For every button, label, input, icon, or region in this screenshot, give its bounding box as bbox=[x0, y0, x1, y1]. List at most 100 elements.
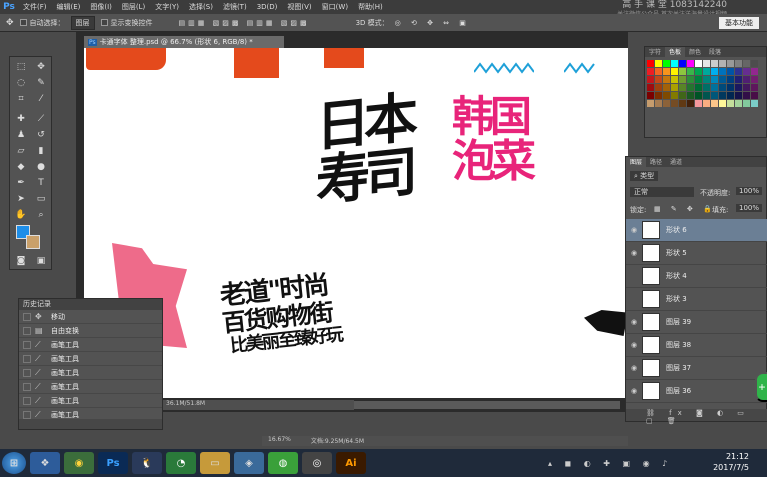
menu-window[interactable]: 窗口(W) bbox=[317, 2, 353, 12]
swatch-cell[interactable] bbox=[663, 68, 670, 75]
layer-row[interactable]: ◉ 图层 38 bbox=[626, 334, 767, 357]
layer-row[interactable]: ◉ 形状 5 bbox=[626, 242, 767, 265]
swatch-cell[interactable] bbox=[703, 92, 710, 99]
folder-icon[interactable]: ▭ bbox=[200, 452, 230, 474]
fill-field[interactable]: 100% bbox=[736, 204, 763, 212]
swatch-cell[interactable] bbox=[695, 100, 702, 107]
tab-paragraph[interactable]: 段落 bbox=[705, 47, 725, 57]
layer-row[interactable]: 形状 4 bbox=[626, 265, 767, 288]
swatch-cell[interactable] bbox=[687, 100, 694, 107]
swatch-cell[interactable] bbox=[727, 100, 734, 107]
menu-filter[interactable]: 滤镜(T) bbox=[218, 2, 252, 12]
history-snapshot-checkbox[interactable] bbox=[23, 382, 31, 391]
history-row[interactable]: ⟋ 画笔工具 bbox=[19, 338, 162, 352]
floating-add-button[interactable]: + bbox=[755, 372, 767, 402]
history-snapshot-checkbox[interactable] bbox=[23, 368, 31, 377]
shape-tool-icon[interactable]: ▭ bbox=[34, 193, 48, 205]
gradient-tool-icon[interactable]: ▮ bbox=[34, 145, 48, 157]
move-tool-icon[interactable]: ✥ bbox=[34, 61, 48, 73]
swatch-cell[interactable] bbox=[679, 92, 686, 99]
swatch-cell[interactable] bbox=[727, 68, 734, 75]
menu-help[interactable]: 帮助(H) bbox=[353, 2, 388, 12]
swatch-cell[interactable] bbox=[679, 60, 686, 67]
swatch-cell[interactable] bbox=[711, 100, 718, 107]
status-zoom[interactable]: 16.67% bbox=[268, 436, 291, 446]
visibility-eye-icon[interactable]: ◉ bbox=[626, 249, 642, 257]
swatch-cell[interactable] bbox=[695, 60, 702, 67]
swatch-cell[interactable] bbox=[663, 100, 670, 107]
lock-icons[interactable]: ▦ ✎ ✥ 🔒 bbox=[654, 205, 716, 213]
swatch-cell[interactable] bbox=[647, 68, 654, 75]
swatch-cell[interactable] bbox=[735, 92, 742, 99]
wechat-icon[interactable]: ◍ bbox=[268, 452, 298, 474]
swatch-cell[interactable] bbox=[743, 76, 750, 83]
swatch-cell[interactable] bbox=[695, 92, 702, 99]
swatch-cell[interactable] bbox=[727, 76, 734, 83]
swatch-cell[interactable] bbox=[647, 76, 654, 83]
history-row[interactable]: ⟋ 画笔工具 bbox=[19, 394, 162, 408]
menu-3d[interactable]: 3D(D) bbox=[252, 3, 283, 11]
system-tray-icons[interactable]: ▴ ◼ ◐ ✚ ▣ ◉ ♪ bbox=[548, 459, 672, 468]
layers-footer-buttons[interactable]: ⛓ fx ◙ ◐ ▭ ▢ 🗑 bbox=[626, 409, 767, 425]
browser-icon[interactable]: ◔ bbox=[166, 452, 196, 474]
swatch-cell[interactable] bbox=[679, 68, 686, 75]
swatch-cell[interactable] bbox=[703, 60, 710, 67]
tab-paths[interactable]: 路径 bbox=[646, 157, 666, 167]
tab-swatches[interactable]: 色板 bbox=[665, 47, 686, 57]
history-row[interactable]: ⟋ 画笔工具 bbox=[19, 380, 162, 394]
visibility-eye-icon[interactable]: ◉ bbox=[626, 318, 642, 326]
history-snapshot-checkbox[interactable] bbox=[23, 354, 31, 363]
menu-edit[interactable]: 编辑(E) bbox=[52, 2, 86, 12]
show-transform-checkbox[interactable]: 显示变换控件 bbox=[100, 18, 153, 28]
swatch-cell[interactable] bbox=[735, 76, 742, 83]
menu-type[interactable]: 文字(Y) bbox=[150, 2, 184, 12]
swatch-cell[interactable] bbox=[735, 60, 742, 67]
swatch-cell[interactable] bbox=[679, 76, 686, 83]
swatch-cell[interactable] bbox=[727, 60, 734, 67]
app4-icon[interactable]: ◎ bbox=[302, 452, 332, 474]
swatch-cell[interactable] bbox=[703, 84, 710, 91]
swatch-cell[interactable] bbox=[647, 84, 654, 91]
photoshop-taskbar-icon[interactable]: Ps bbox=[98, 452, 128, 474]
swatch-cell[interactable] bbox=[671, 100, 678, 107]
swatch-cell[interactable] bbox=[671, 76, 678, 83]
history-row[interactable]: ⟋ 画笔工具 bbox=[19, 352, 162, 366]
zoom-tool-icon[interactable]: ⌕ bbox=[34, 209, 48, 221]
visibility-eye-icon[interactable]: ◉ bbox=[626, 364, 642, 372]
swatch-cell[interactable] bbox=[695, 76, 702, 83]
quick-select-icon[interactable]: ✎ bbox=[34, 77, 48, 89]
background-color-swatch[interactable] bbox=[26, 235, 40, 249]
swatch-cell[interactable] bbox=[751, 68, 758, 75]
menu-layer[interactable]: 图层(L) bbox=[117, 2, 150, 12]
swatch-cell[interactable] bbox=[751, 92, 758, 99]
swatch-cell[interactable] bbox=[655, 60, 662, 67]
healing-brush-icon[interactable]: ✚ bbox=[14, 113, 28, 125]
swatch-cell[interactable] bbox=[711, 84, 718, 91]
swatch-cell[interactable] bbox=[743, 68, 750, 75]
swatch-cell[interactable] bbox=[647, 92, 654, 99]
marquee-tool-icon[interactable]: ⬚ bbox=[14, 61, 28, 73]
path-select-icon[interactable]: ➤ bbox=[14, 193, 28, 205]
qq-icon[interactable]: 🐧 bbox=[132, 452, 162, 474]
swatch-cell[interactable] bbox=[671, 84, 678, 91]
menu-file[interactable]: 文件(F) bbox=[18, 2, 52, 12]
history-row[interactable]: ⟋ 画笔工具 bbox=[19, 366, 162, 380]
swatch-cell[interactable] bbox=[719, 60, 726, 67]
swatch-cell[interactable] bbox=[751, 76, 758, 83]
swatch-cell[interactable] bbox=[735, 100, 742, 107]
canvas[interactable]: 日本 寿司 韩国 泡菜 老道"时尚 百货购物街 比美丽至臻好玩 bbox=[84, 48, 628, 398]
swatch-cell[interactable] bbox=[711, 92, 718, 99]
eyedropper-icon[interactable]: ⁄ bbox=[34, 93, 48, 105]
app3-icon[interactable]: ◈ bbox=[234, 452, 264, 474]
history-row[interactable]: ✥ 移动 bbox=[19, 310, 162, 324]
swatch-cell[interactable] bbox=[647, 60, 654, 67]
swatch-cell[interactable] bbox=[743, 60, 750, 67]
visibility-eye-icon[interactable]: ◉ bbox=[626, 226, 642, 234]
tab-layers[interactable]: 图层 bbox=[626, 157, 647, 167]
swatch-cell[interactable] bbox=[703, 100, 710, 107]
swatch-cell[interactable] bbox=[719, 76, 726, 83]
screen-mode-icon[interactable]: ▣ bbox=[34, 255, 48, 267]
layer-kind-filter[interactable]: ⌕ 类型 bbox=[630, 171, 659, 181]
swatch-cell[interactable] bbox=[687, 92, 694, 99]
tab-channels[interactable]: 通道 bbox=[666, 157, 686, 167]
